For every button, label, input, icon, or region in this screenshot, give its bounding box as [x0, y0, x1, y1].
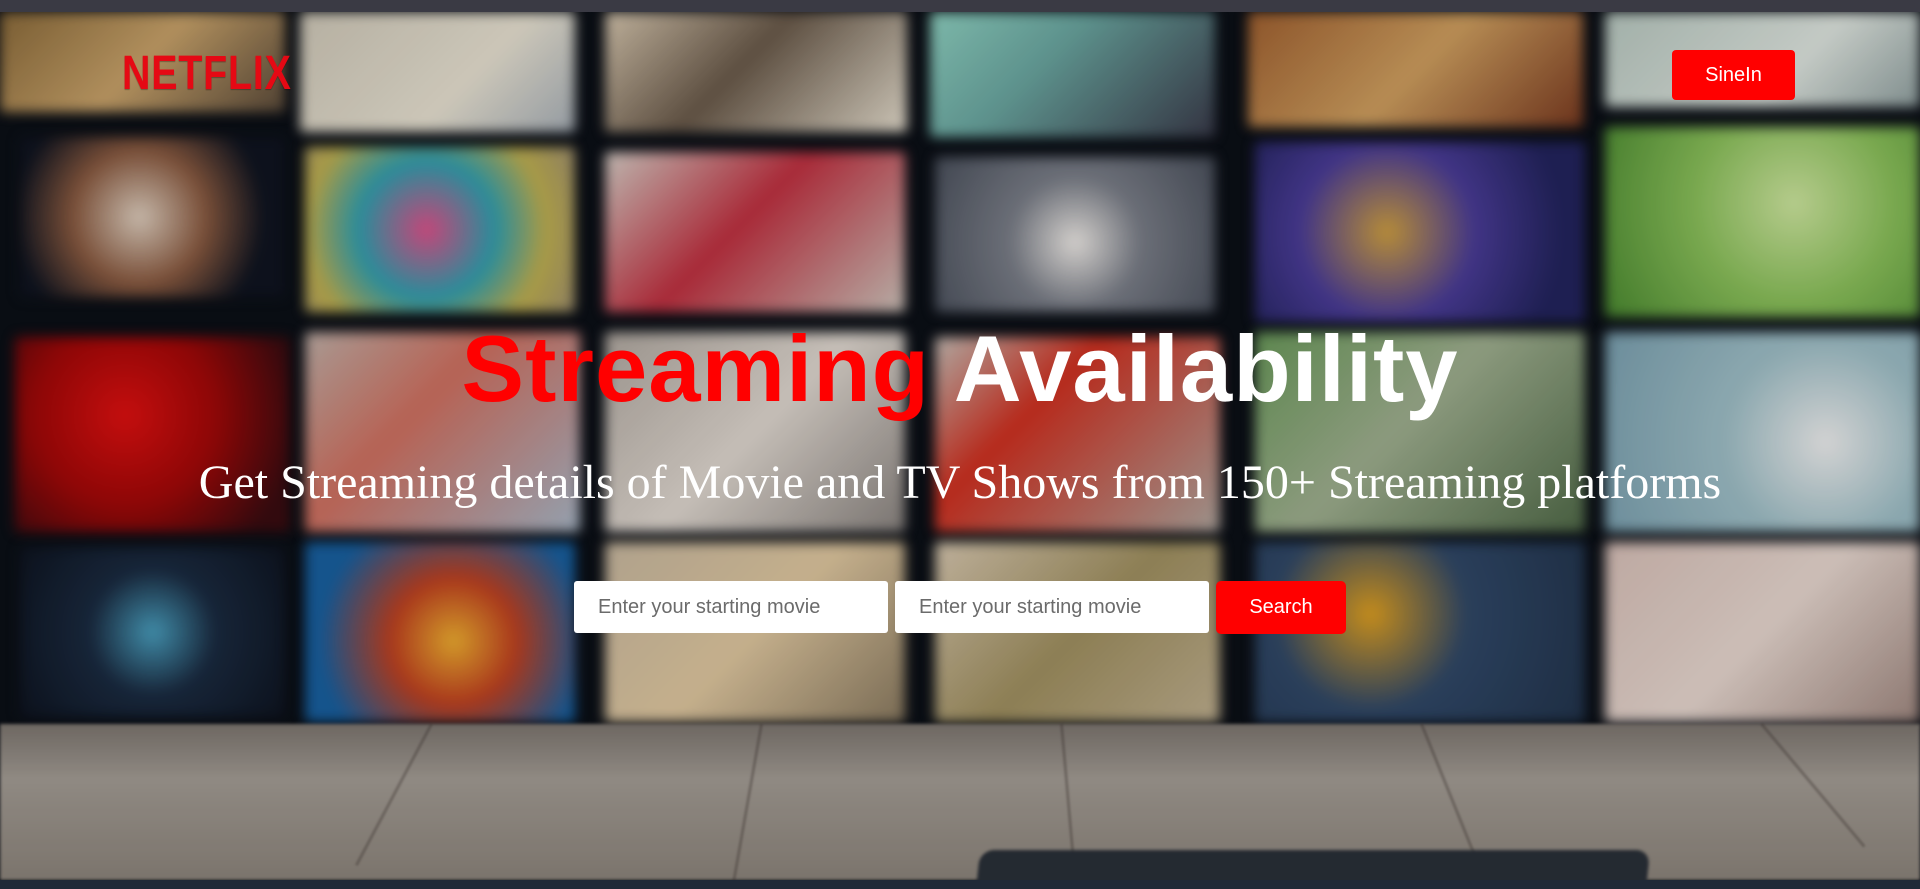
search-button[interactable]: Search — [1216, 581, 1346, 634]
movie-search-input-1[interactable] — [574, 581, 888, 633]
movie-search-input-2[interactable] — [895, 581, 1209, 633]
hero-subtitle: Get Streaming details of Movie and TV Sh… — [198, 456, 1722, 509]
headline-red-word: Streaming — [461, 316, 931, 421]
signin-button[interactable]: SineIn — [1672, 50, 1795, 100]
bottom-bar — [0, 880, 1920, 889]
hero-headline: Streaming Availability — [0, 314, 1920, 424]
top-bar — [0, 0, 1920, 12]
hero-section: NETFLIX SineIn Streaming Availability Ge… — [0, 12, 1920, 880]
netflix-logo[interactable]: NETFLIX — [122, 46, 292, 101]
headline-white-word: Availability — [953, 316, 1459, 421]
